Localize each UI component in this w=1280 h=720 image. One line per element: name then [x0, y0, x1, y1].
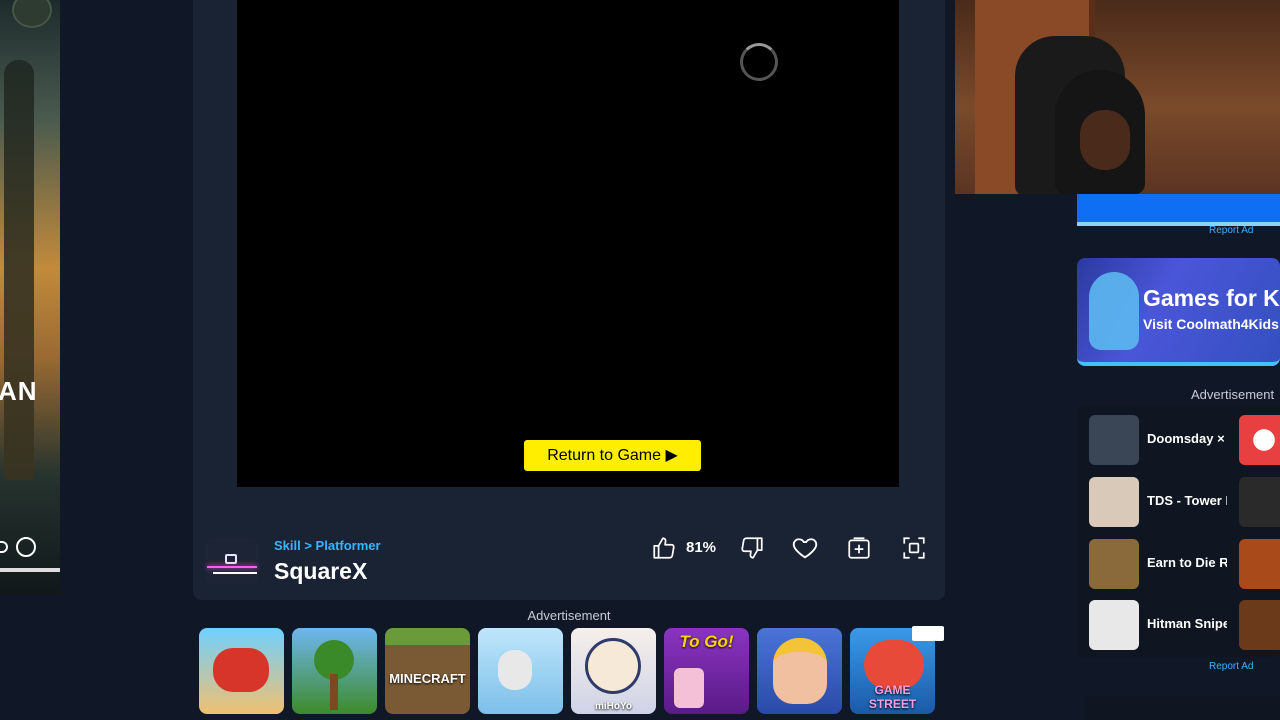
game-thumbnail	[1089, 477, 1139, 527]
stream-overlay-left: AN	[0, 0, 60, 595]
like-button[interactable]	[648, 532, 680, 564]
game-thumbnail	[1089, 415, 1139, 465]
game-name: Earn to Die R	[1147, 555, 1227, 570]
game-thumbnail[interactable]	[1239, 477, 1280, 527]
game-name: Doomsday × I	[1147, 431, 1227, 446]
bottom-ad-row: MINECRAFT miHoYo To Go! GAME STREET	[199, 628, 944, 714]
list-item[interactable]: Doomsday × I	[1089, 415, 1280, 465]
human-fall-flat-icon	[498, 650, 532, 690]
play-icon[interactable]	[0, 541, 8, 553]
like-icon	[653, 537, 675, 559]
royal-match-icon	[773, 638, 827, 704]
game-name: TDS - Tower I	[1147, 493, 1227, 508]
ad-tile-human-fall-flat[interactable]	[478, 628, 563, 714]
coolmath4kids-banner[interactable]: Games for K Visit Coolmath4Kids	[1077, 258, 1280, 366]
game-title: SquareX	[274, 558, 368, 584]
ad-tile-genshin[interactable]: miHoYo	[571, 628, 656, 714]
add-to-collection-button[interactable]	[843, 532, 875, 564]
game-frame[interactable]: Return to Game ▶	[237, 0, 899, 487]
adchoices-icon[interactable]	[912, 626, 944, 641]
video-progress-bar[interactable]	[0, 568, 60, 572]
streamer-webcam	[955, 0, 1280, 194]
replay-icon[interactable]	[16, 537, 36, 557]
dislike-button[interactable]	[736, 532, 768, 564]
top-side-ad[interactable]	[1077, 194, 1280, 226]
game-info-bar: Skill > Platformer SquareX 81%	[205, 530, 933, 588]
fullscreen-button[interactable]	[898, 532, 930, 564]
octopus-mascot-icon	[1089, 272, 1139, 350]
bottom-advertisement-label: Advertisement	[527, 608, 611, 623]
game-thumbnail[interactable]	[1239, 539, 1280, 589]
game-thumbnail	[1089, 539, 1139, 589]
dislike-icon	[741, 537, 763, 559]
ad-tile-minecraft[interactable]: MINECRAFT	[385, 628, 470, 714]
return-to-game-button[interactable]: Return to Game ▶	[524, 440, 701, 471]
bottom-side-card[interactable]	[1084, 696, 1280, 720]
report-ad-link-top[interactable]: Report Ad	[1209, 225, 1253, 236]
game-thumbnail[interactable]	[1239, 415, 1280, 465]
ad-tile-royal-match[interactable]	[757, 628, 842, 714]
overlay-text: AN	[0, 376, 38, 406]
side-advertisement-label: Advertisement	[1191, 387, 1275, 402]
papas-to-go-icon	[674, 668, 704, 708]
side-game-list: Doomsday × I TDS - Tower I Earn to Die R…	[1077, 405, 1280, 657]
game-name: Hitman Snipe	[1147, 616, 1227, 631]
game-category-breadcrumb[interactable]: Skill > Platformer	[274, 538, 381, 553]
fullscreen-icon	[903, 537, 925, 559]
game-panel: Return to Game ▶ Skill > Platformer Squa…	[193, 0, 945, 600]
list-item[interactable]: TDS - Tower I	[1089, 477, 1280, 527]
banner-subtitle: Visit Coolmath4Kids	[1143, 316, 1279, 332]
game-logo-icon	[205, 538, 259, 584]
genshin-impact-icon	[585, 638, 641, 694]
streamer-avatar	[12, 0, 52, 28]
list-item[interactable]: Hitman Snipe	[1089, 600, 1280, 650]
ad-tile-terraria[interactable]	[292, 628, 377, 714]
loading-spinner-icon	[740, 43, 778, 81]
ad-tile-papas-to-go[interactable]: To Go!	[664, 628, 749, 714]
banner-title: Games for K	[1143, 285, 1280, 311]
favorite-button[interactable]	[789, 532, 821, 564]
rating-percent: 81%	[686, 539, 717, 556]
game-thumbnail	[1089, 600, 1139, 650]
add-to-collection-icon	[848, 537, 870, 559]
ad-tile-moto-x3m[interactable]	[199, 628, 284, 714]
moto-x3m-icon	[213, 648, 269, 692]
favorite-heart-icon	[792, 538, 818, 559]
list-item[interactable]: Earn to Die R	[1089, 539, 1280, 589]
background-figure	[4, 60, 34, 480]
game-thumbnail[interactable]	[1239, 600, 1280, 650]
report-ad-link-bottom[interactable]: Report Ad	[1209, 661, 1253, 672]
